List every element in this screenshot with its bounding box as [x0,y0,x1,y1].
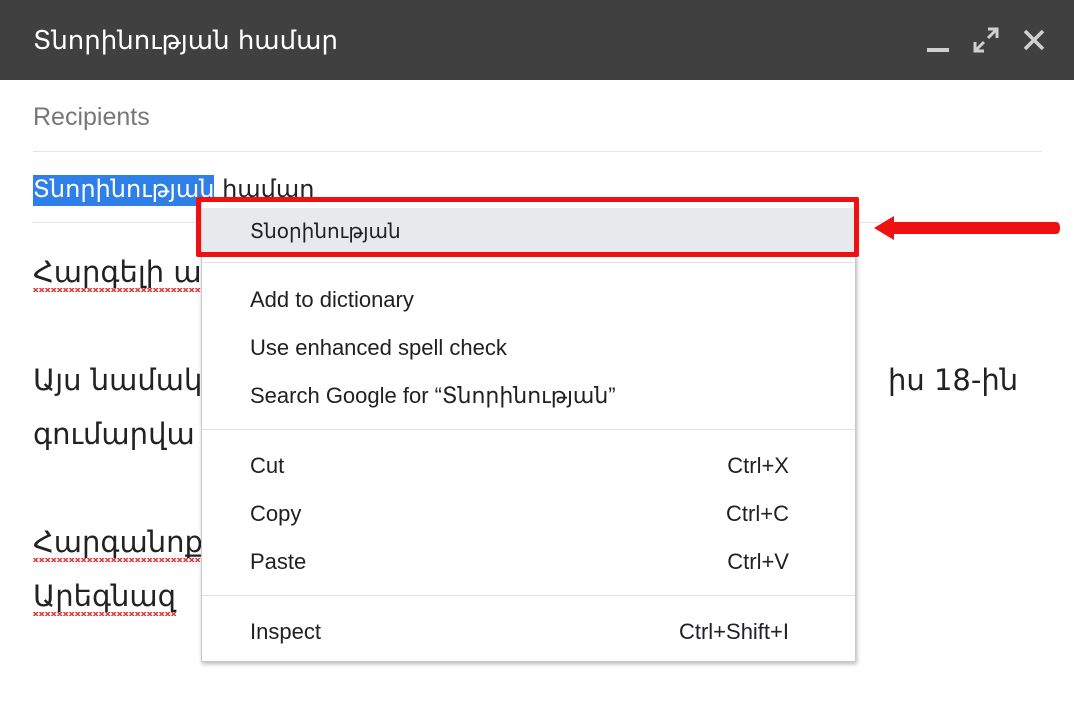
body-paragraph-line1-end[interactable]: իս 18-ին [888,362,1018,398]
paste-shortcut: Ctrl+V [727,549,789,574]
body-greeting[interactable]: Հարգելի ա [33,254,202,290]
subject-selected-word[interactable]: Տնորինության [33,175,215,206]
body-closing[interactable]: Հարգանոք [33,524,203,560]
menu-item-paste[interactable]: Paste Ctrl+V [202,539,855,585]
body-paragraph-line1-start[interactable]: Այս նամակ [33,362,202,398]
menu-item-add-to-dictionary[interactable]: Add to dictionary [202,277,855,323]
body-signature[interactable]: Արեգնազ [33,578,177,614]
expand-icon[interactable] [972,26,1000,54]
minimize-icon[interactable] [924,26,952,54]
menu-item-enhanced-spell-check[interactable]: Use enhanced spell check [202,325,855,371]
body-paragraph-line2[interactable]: գումարվա [33,416,195,452]
compose-title-bar: Տնորինության համար [0,0,1074,80]
close-icon[interactable] [1020,26,1048,54]
inspect-shortcut: Ctrl+Shift+I [678,619,789,644]
menu-item-search-google[interactable]: Search Google for “Տնորինության” [202,373,855,419]
recipients-field[interactable]: Recipients [33,102,150,132]
menu-separator [202,262,855,263]
recipients-divider [33,151,1042,152]
menu-item-copy[interactable]: Copy Ctrl+C [202,491,855,537]
copy-shortcut: Ctrl+C [726,501,789,526]
menu-separator [202,595,855,596]
highlight-box [196,197,859,257]
menu-item-inspect[interactable]: Inspect Ctrl+Shift+I [202,609,855,655]
context-menu: Տնօրինության Add to dictionary Use enhan… [201,199,856,662]
compose-title: Տնորինության համար [33,26,338,56]
left-arrow-icon [870,210,1062,251]
menu-item-cut[interactable]: Cut Ctrl+X [202,443,855,489]
cut-shortcut: Ctrl+X [727,453,789,478]
menu-separator [202,429,855,430]
